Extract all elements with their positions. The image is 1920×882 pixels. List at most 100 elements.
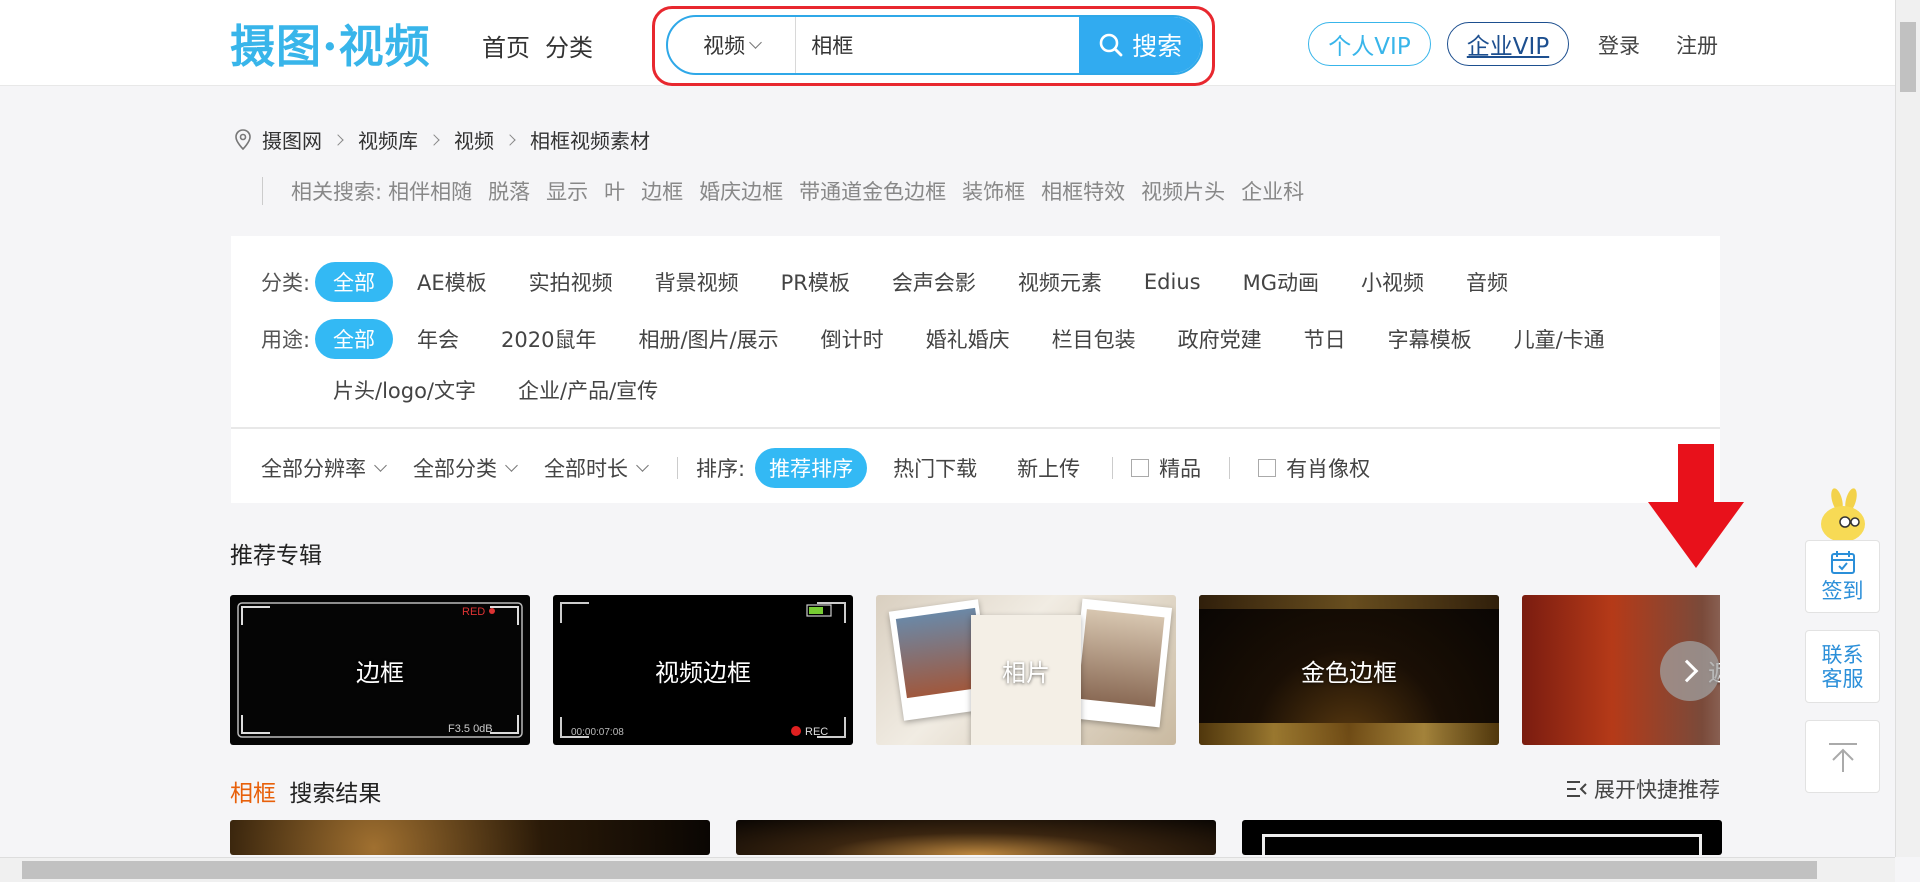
usage-pill[interactable]: 倒计时 xyxy=(803,319,902,359)
mascot-icon xyxy=(1815,488,1871,542)
customer-service-button[interactable]: 联系 客服 xyxy=(1805,630,1880,703)
chevron-down-icon xyxy=(505,459,518,472)
category-pill[interactable]: 会声会影 xyxy=(874,262,994,302)
breadcrumb: 摄图网 视频库 视频 相框视频素材 xyxy=(234,125,650,154)
nav-home[interactable]: 首页 xyxy=(482,28,530,63)
category-pill[interactable]: MG动画 xyxy=(1225,262,1337,302)
sort-newest[interactable]: 新上传 xyxy=(1003,448,1094,488)
category-pill[interactable]: 音频 xyxy=(1448,262,1526,302)
expand-quick-recommend-button[interactable]: 展开快捷推荐 xyxy=(1566,774,1720,804)
login-link[interactable]: 登录 xyxy=(1598,30,1640,60)
filter-panel: 分类: 全部 AE模板 实拍视频 背景视频 PR模板 会声会影 视频元素 Edi… xyxy=(231,236,1720,503)
checkin-button[interactable]: 签到 xyxy=(1805,540,1880,613)
category-pill[interactable]: Edius xyxy=(1126,262,1219,302)
nav-category[interactable]: 分类 xyxy=(545,28,593,63)
album-title: 视频边框 xyxy=(655,658,751,687)
search-type-label: 视频 xyxy=(703,34,746,58)
related-keyword[interactable]: 叶 xyxy=(604,176,625,206)
divider xyxy=(677,457,678,479)
checkbox-box xyxy=(1131,459,1150,477)
search-results-title: 相框 搜索结果 xyxy=(230,774,381,808)
usage-pill[interactable]: 企业/产品/宣传 xyxy=(500,370,676,410)
register-link[interactable]: 注册 xyxy=(1676,30,1718,60)
usage-filter-row: 用途: 全部 年会 2020鼠年 相册/图片/展示 倒计时 婚礼婚庆 栏目包装 … xyxy=(261,319,1623,359)
chevron-right-icon xyxy=(504,133,516,146)
site-logo[interactable]: 摄图·视频 xyxy=(230,16,431,73)
divider xyxy=(1112,457,1114,479)
usage-pill[interactable]: 儿童/卡通 xyxy=(1496,319,1623,359)
category-dropdown[interactable]: 全部分类 xyxy=(413,453,518,483)
usage-pill[interactable]: 相册/图片/展示 xyxy=(620,319,796,359)
breadcrumb-current: 相框视频素材 xyxy=(530,129,650,153)
usage-pill[interactable]: 片头/logo/文字 xyxy=(315,370,494,410)
result-thumbnail[interactable] xyxy=(1242,820,1722,855)
usage-pill[interactable]: 节日 xyxy=(1286,319,1364,359)
related-keyword[interactable]: 企业科 xyxy=(1241,176,1304,206)
album-card[interactable]: RED F3.5 0dB 边框 xyxy=(230,595,530,745)
album-card[interactable]: 相片 xyxy=(876,595,1176,745)
usage-pill-all[interactable]: 全部 xyxy=(315,319,393,359)
related-keyword[interactable]: 婚庆边框 xyxy=(699,176,783,206)
carousel-next-button[interactable] xyxy=(1660,641,1720,701)
result-thumbnail[interactable] xyxy=(736,820,1216,855)
category-pill[interactable]: 实拍视频 xyxy=(511,262,631,302)
related-keyword[interactable]: 带通道金色边框 xyxy=(799,176,946,206)
svg-text:REC: REC xyxy=(805,726,828,738)
checkbox-box xyxy=(1258,459,1277,477)
search-button[interactable]: 搜索 xyxy=(1079,17,1201,73)
arrow-up-icon xyxy=(1828,742,1857,772)
album-card[interactable]: 金色边框 xyxy=(1199,595,1499,745)
category-label: 分类: xyxy=(261,271,311,295)
search-type-dropdown[interactable]: 视频 xyxy=(668,17,797,73)
usage-pill[interactable]: 政府党建 xyxy=(1160,319,1280,359)
related-keyword[interactable]: 脱落 xyxy=(488,176,530,206)
usage-pill[interactable]: 2020鼠年 xyxy=(483,319,614,359)
scrollbar-thumb[interactable] xyxy=(22,861,1817,879)
usage-pill[interactable]: 年会 xyxy=(399,319,477,359)
related-keyword[interactable]: 边框 xyxy=(641,176,683,206)
search-input[interactable] xyxy=(796,17,1080,73)
resolution-dropdown[interactable]: 全部分辨率 xyxy=(261,453,387,483)
resolution-dropdown-label: 全部分辨率 xyxy=(261,457,366,481)
related-keyword[interactable]: 视频片头 xyxy=(1141,176,1225,206)
usage-pill[interactable]: 栏目包装 xyxy=(1034,319,1154,359)
usage-pill[interactable]: 婚礼婚庆 xyxy=(908,319,1028,359)
back-to-top-button[interactable] xyxy=(1805,720,1880,793)
vertical-scrollbar[interactable] xyxy=(1895,0,1920,857)
chevron-right-icon xyxy=(1675,659,1699,683)
horizontal-scrollbar[interactable] xyxy=(0,857,1895,882)
category-pill[interactable]: AE模板 xyxy=(399,262,505,302)
contact-label-2: 客服 xyxy=(1821,666,1864,691)
calendar-icon xyxy=(1830,550,1855,574)
duration-dropdown[interactable]: 全部时长 xyxy=(544,453,649,483)
premium-checkbox[interactable]: 精品 xyxy=(1131,453,1201,483)
chevron-down-icon xyxy=(749,36,762,49)
chevron-down-icon xyxy=(374,459,387,472)
related-keyword[interactable]: 相伴相随 xyxy=(388,176,472,206)
breadcrumb-item[interactable]: 摄图网 xyxy=(262,125,322,154)
usage-pill[interactable]: 字幕模板 xyxy=(1370,319,1490,359)
portrait-rights-checkbox[interactable]: 有肖像权 xyxy=(1258,453,1370,483)
album-card[interactable]: 00:00:07:08 REC 视频边框 xyxy=(553,595,853,745)
category-pill[interactable]: 视频元素 xyxy=(1000,262,1120,302)
personal-vip-button[interactable]: 个人VIP xyxy=(1308,22,1431,66)
enterprise-vip-button[interactable]: 企业VIP xyxy=(1447,22,1569,66)
category-pill[interactable]: PR模板 xyxy=(763,262,868,302)
sort-popular[interactable]: 热门下载 xyxy=(879,448,991,488)
usage-label: 用途: xyxy=(261,328,311,352)
breadcrumb-item[interactable]: 视频库 xyxy=(358,125,418,154)
category-pill-all[interactable]: 全部 xyxy=(315,262,393,302)
expand-label: 展开快捷推荐 xyxy=(1594,778,1720,802)
category-pill[interactable]: 背景视频 xyxy=(637,262,757,302)
album-carousel: RED F3.5 0dB 边框 00:00:07:08 REC 视频边框 相片 … xyxy=(230,595,1720,745)
chevron-down-icon xyxy=(636,459,649,472)
related-keyword[interactable]: 显示 xyxy=(546,176,588,206)
category-pill[interactable]: 小视频 xyxy=(1343,262,1442,302)
svg-text:RED: RED xyxy=(462,606,485,618)
scrollbar-thumb[interactable] xyxy=(1900,22,1916,92)
breadcrumb-item[interactable]: 视频 xyxy=(454,125,494,154)
sort-recommended[interactable]: 推荐排序 xyxy=(755,448,868,488)
result-thumbnail[interactable] xyxy=(230,820,710,855)
related-keyword[interactable]: 相框特效 xyxy=(1041,176,1125,206)
related-keyword[interactable]: 装饰框 xyxy=(962,176,1025,206)
